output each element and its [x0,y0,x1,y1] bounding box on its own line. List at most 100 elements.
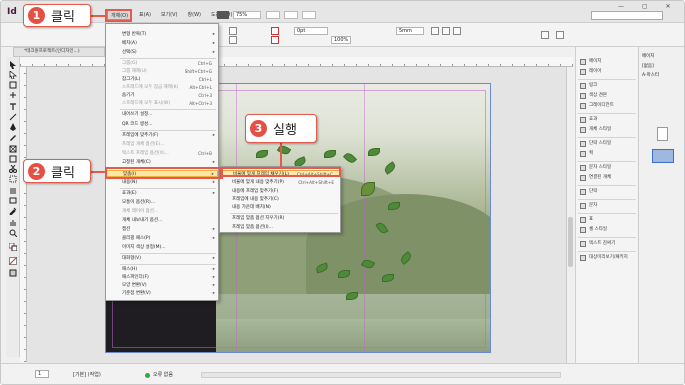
submenu-item-clear-frame-fitting[interactable]: 프레임 맞춤 옵션 지우기(R) [220,215,340,222]
panel-links[interactable]: 링크 [580,81,638,90]
panel-stroke[interactable]: 획 [580,149,638,158]
horizontal-scrollbar[interactable] [201,372,561,378]
menu-item-image-color-settings[interactable]: 이미지 색상 설정(M)... [106,244,218,251]
search-input[interactable] [591,11,663,20]
gap-tool-icon[interactable] [9,91,17,99]
submenu-item-fit-content-proportionally[interactable]: 비율에 맞게 내용 맞추기(P) Ctrl+Alt+Shift+E [220,179,340,186]
menu-item-captions[interactable]: 캡션 ▸ [106,226,218,233]
bridge-icon[interactable] [217,11,229,19]
hand-tool-icon[interactable] [9,219,17,227]
window-controls[interactable]: — ▢ ✕ [618,3,679,10]
panel-cell-styles[interactable]: 셀 스타일 [580,225,638,234]
panel-character[interactable]: 문자 [580,201,638,210]
menu-table[interactable]: 표(A) [136,10,154,20]
panel-swatches[interactable]: 색상 견본 [580,91,638,100]
menu-item-pathfinder[interactable]: 패스파인더(F) ▸ [106,274,218,281]
direct-selection-tool-icon[interactable] [9,71,17,79]
zoom-tool-icon[interactable] [9,229,17,237]
gradient-tool-icon[interactable] [9,187,17,195]
panel-pages[interactable]: 페이지 [580,57,638,66]
pen-tool-icon[interactable] [9,123,17,131]
menu-item-show-all[interactable]: 스프레드에 모두 표시(W) Alt+Ctrl+3 [106,100,218,107]
zoom-field[interactable]: 75% [233,11,261,19]
panel-menu-icon[interactable] [556,31,564,39]
menu-item-export-options[interactable]: 개체 내보내기 옵션... [106,217,218,224]
pages-master-a[interactable]: A-마스터 [642,72,659,78]
menu-item-text-frame-options[interactable]: 텍스트 프레임 옵션(X)... Ctrl+B [106,150,218,157]
align-right-icon[interactable] [453,27,461,35]
page-number-field[interactable]: 1 [35,370,49,378]
align-center-icon[interactable] [442,27,450,35]
menu-item-effects[interactable]: 효과(E) ▸ [106,190,218,197]
menu-item-select[interactable]: 선택(S) ▸ [106,49,218,56]
page-thumbnail[interactable] [657,127,668,141]
fill-swatch-icon[interactable] [229,27,237,35]
page-thumbnail-selected[interactable] [652,149,674,163]
panel-object-styles[interactable]: 개체 스타일 [580,125,638,134]
scissors-tool-icon[interactable] [9,165,17,173]
menu-item-qr-code[interactable]: QR 코드 생성... [106,121,218,128]
page-tool-icon[interactable] [9,81,17,89]
menu-item-fitting[interactable]: 프레임에 맞추기(F) ▸ [106,132,218,139]
menu-item-object-layer-options[interactable]: 개체 레이어 옵션... [106,208,218,215]
align-left-icon[interactable] [431,27,439,35]
stroke-swatch-icon[interactable] [229,36,237,44]
menu-item-frame-options[interactable]: 프레임 개체 옵션(E)... [106,141,218,148]
line-tool-icon[interactable] [9,113,17,121]
menu-item-corner-options[interactable]: 모퉁이 옵션(R)... [106,199,218,206]
panel-preflight[interactable]: 대상미리보기/패키지 [580,253,638,262]
submenu-item-fit-frame-to-content[interactable]: 내용에 프레임 맞추기(F) [220,188,340,195]
menu-view[interactable]: 보기(V) [158,10,181,20]
menu-item-clipping-path[interactable]: 클리핑 패스(P) ▸ [106,235,218,242]
eyedropper-tool-icon[interactable] [9,207,17,215]
menu-item-convert-point[interactable]: 기준점 변환(V) ▸ [106,290,218,297]
fill-none-icon[interactable] [271,27,279,35]
width-field[interactable]: 5mm [396,27,424,35]
menu-item-paths[interactable]: 패스(H) ▸ [106,266,218,273]
opacity-field[interactable]: 100% [331,36,351,44]
submenu-item-frame-fitting-options[interactable]: 프레임 맞춤 옵션(I)... [220,224,340,231]
scrollbar-thumb[interactable] [568,217,573,267]
document-tab[interactable]: *테크원프로젝트(인디자인...) [13,47,105,57]
auto-fit-icon[interactable] [541,31,549,39]
rectangle-frame-tool-icon[interactable] [9,145,17,153]
panel-linked-objects[interactable]: 연결된 개체 [580,173,638,182]
view-options-icon[interactable] [266,11,280,19]
submenu-item-fit-content-to-frame[interactable]: 프레임에 내용 맞추기(C) [220,196,340,203]
fill-stroke-swatch-icon[interactable] [9,243,17,251]
menu-item-content[interactable]: 내용(N) ▸ [106,179,218,186]
note-tool-icon[interactable] [9,197,17,205]
free-transform-tool-icon[interactable] [9,175,17,183]
panel-gradient[interactable]: 그레이디언트 [580,101,638,110]
screen-mode-icon[interactable] [284,11,298,19]
panel-paragraph[interactable]: 단락 [580,187,638,196]
apply-none-icon[interactable] [9,257,17,265]
pages-none-master[interactable]: [없음] [642,63,654,69]
menu-item-interactive[interactable]: 대화형(V) ▸ [106,255,218,262]
panel-effects[interactable]: 효과 [580,115,638,124]
menu-item-hide[interactable]: 숨기기 Ctrl+3 [106,92,218,99]
panel-layers[interactable]: 레이어 [580,67,638,76]
pencil-tool-icon[interactable] [9,133,17,141]
menu-item-convert-shape[interactable]: 모양 변환(V) ▸ [106,282,218,289]
panel-text-wrap[interactable]: 텍스트 감싸기 [580,239,638,248]
menu-item-group[interactable]: 그룹(G) Ctrl+G [106,60,218,67]
menu-item-lock[interactable]: 잠그기(L) Ctrl+L [106,76,218,83]
menu-item-transform-again[interactable]: 변형 반복(T) ▸ [106,31,218,38]
vertical-scrollbar[interactable] [566,67,573,363]
stroke-none-icon[interactable] [271,36,279,44]
arrange-documents-icon[interactable] [302,11,316,19]
panel-character-styles[interactable]: 문자 스타일 [580,163,638,172]
selection-tool-icon[interactable] [9,61,17,69]
panel-paragraph-styles[interactable]: 단락 스타일 [580,139,638,148]
menu-item-unlock-all[interactable]: 스프레드에 모두 잠금 해제(K) Alt+Ctrl+L [106,84,218,91]
menu-window[interactable]: 창(W) [185,10,204,20]
stroke-weight-field[interactable]: 0pt [294,27,328,35]
rectangle-tool-icon[interactable] [9,155,17,163]
menu-item-ungroup[interactable]: 그룹 해제(U) Shift+Ctrl+G [106,68,218,75]
menu-item-arrange[interactable]: 배치(A) ▸ [106,40,218,47]
menu-item-hyperlink-setup[interactable]: 내어쓰기 설정... [106,111,218,118]
type-tool-icon[interactable] [9,103,17,111]
menu-item-anchored-object[interactable]: 고정된 개체(C) ▸ [106,159,218,166]
screen-mode-tool-icon[interactable] [9,269,17,277]
